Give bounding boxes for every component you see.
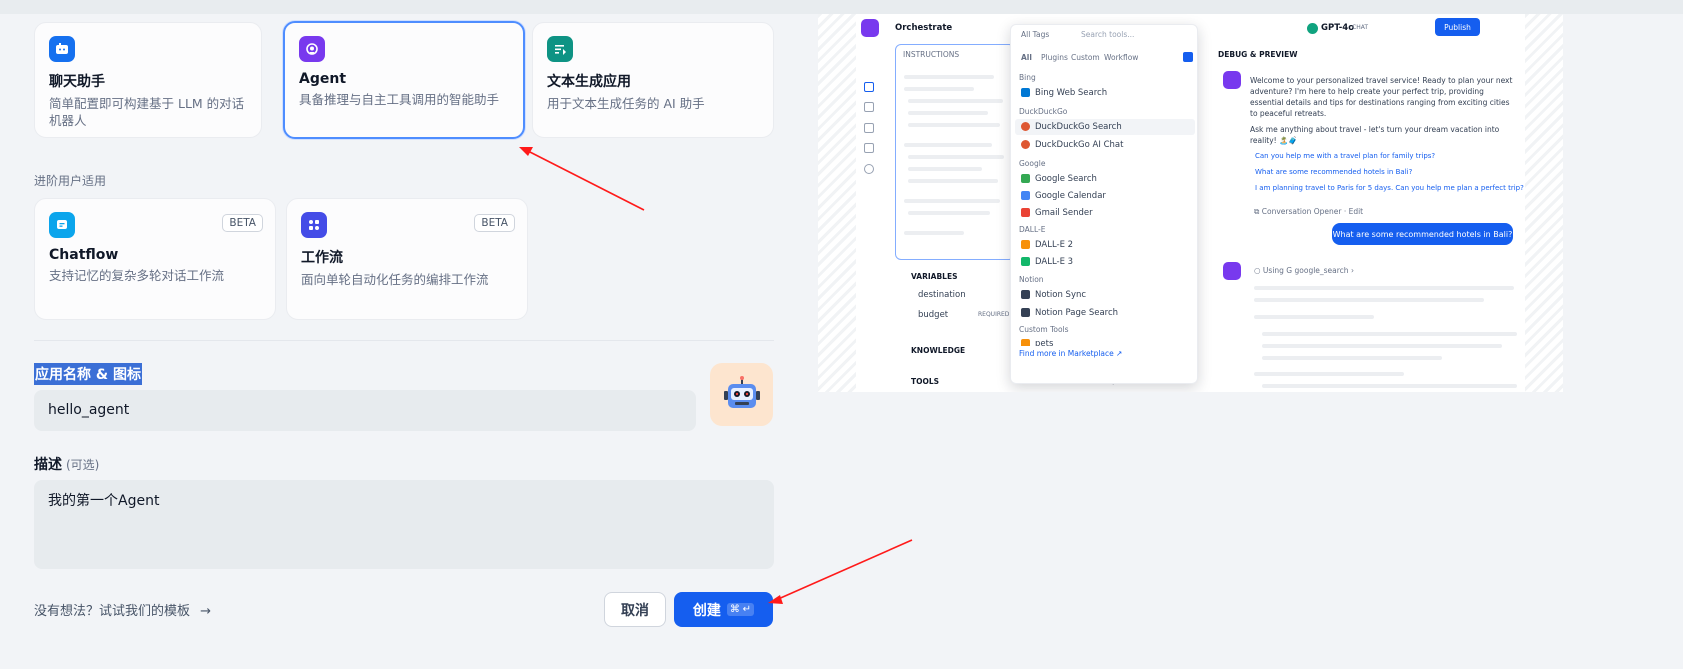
annotation-arrow [525,149,645,211]
annotation-arrows [519,147,913,604]
annotation-arrow [775,539,913,601]
annotation-arrowhead [768,595,783,604]
annotation-arrowhead [519,147,533,156]
